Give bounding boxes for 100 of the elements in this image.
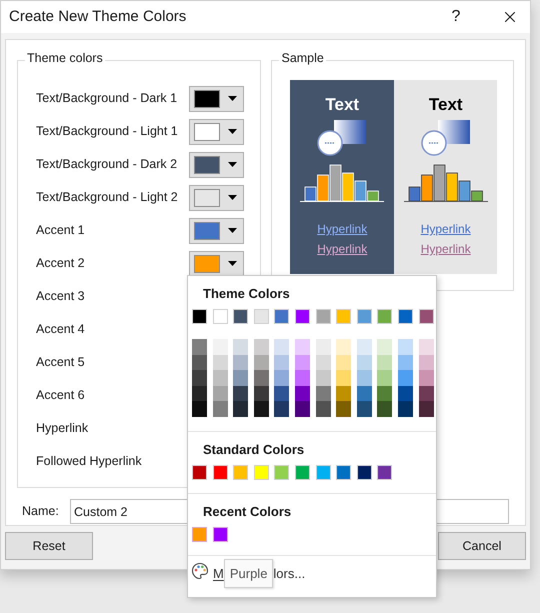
color-swatch[interactable] bbox=[192, 401, 207, 417]
color-picker-button[interactable] bbox=[189, 250, 244, 276]
color-swatch[interactable] bbox=[192, 309, 207, 324]
color-swatch[interactable] bbox=[398, 309, 413, 324]
palette-icon bbox=[191, 562, 209, 580]
color-swatch[interactable] bbox=[336, 354, 352, 370]
color-swatch[interactable] bbox=[212, 401, 228, 417]
color-swatch[interactable] bbox=[418, 370, 434, 386]
color-swatch[interactable] bbox=[233, 309, 248, 324]
color-swatch[interactable] bbox=[377, 309, 392, 324]
color-swatch[interactable] bbox=[316, 386, 331, 402]
color-swatch[interactable] bbox=[336, 309, 352, 324]
color-swatch[interactable] bbox=[418, 354, 434, 370]
color-swatch[interactable] bbox=[336, 386, 352, 402]
color-swatch[interactable] bbox=[316, 309, 331, 324]
color-swatch[interactable] bbox=[418, 309, 434, 324]
color-swatch[interactable] bbox=[233, 386, 248, 402]
color-swatch[interactable] bbox=[356, 464, 372, 480]
color-swatch[interactable] bbox=[212, 464, 228, 480]
color-swatch[interactable] bbox=[254, 354, 269, 370]
color-swatch[interactable] bbox=[192, 339, 207, 355]
color-swatch[interactable] bbox=[316, 464, 331, 480]
color-swatch[interactable] bbox=[336, 464, 352, 480]
color-swatch[interactable] bbox=[233, 401, 248, 417]
dialog-button[interactable]: Cancel bbox=[438, 532, 526, 560]
color-swatch[interactable] bbox=[418, 386, 434, 402]
color-swatch[interactable] bbox=[274, 354, 290, 370]
color-swatch[interactable] bbox=[212, 526, 228, 542]
color-swatch[interactable] bbox=[398, 339, 413, 355]
color-swatch[interactable] bbox=[233, 464, 248, 480]
color-swatch[interactable] bbox=[398, 386, 413, 402]
color-swatch[interactable] bbox=[316, 354, 331, 370]
color-picker-button[interactable] bbox=[189, 152, 244, 178]
color-swatch[interactable] bbox=[294, 386, 310, 402]
color-swatch[interactable] bbox=[336, 401, 352, 417]
more-colors-text[interactable]: M bbox=[213, 562, 224, 584]
hyperlink-sample: Hyperlink bbox=[420, 221, 471, 238]
window-title: Create New Theme Colors bbox=[9, 6, 188, 27]
color-swatch[interactable] bbox=[356, 370, 372, 386]
color-swatch[interactable] bbox=[418, 401, 434, 417]
color-swatch[interactable] bbox=[274, 370, 290, 386]
color-swatch[interactable] bbox=[233, 339, 248, 355]
color-swatch[interactable] bbox=[356, 309, 372, 324]
color-swatch[interactable] bbox=[254, 370, 269, 386]
color-swatch[interactable] bbox=[356, 386, 372, 402]
color-swatch[interactable] bbox=[254, 386, 269, 402]
color-swatch[interactable] bbox=[192, 370, 207, 386]
color-picker-button[interactable] bbox=[189, 118, 244, 144]
help-button[interactable]: ? bbox=[436, 2, 476, 32]
color-swatch[interactable] bbox=[377, 401, 392, 417]
color-swatch[interactable] bbox=[192, 464, 207, 480]
color-label: Accent 6 bbox=[36, 387, 86, 404]
sample-heading: Text bbox=[428, 96, 463, 113]
color-swatch[interactable] bbox=[254, 464, 269, 480]
color-swatch[interactable] bbox=[336, 339, 352, 355]
color-swatch[interactable] bbox=[274, 386, 290, 402]
color-swatch[interactable] bbox=[212, 354, 228, 370]
color-swatch[interactable] bbox=[254, 339, 269, 355]
color-swatch[interactable] bbox=[356, 354, 372, 370]
color-swatch[interactable] bbox=[294, 401, 310, 417]
color-swatch[interactable] bbox=[233, 370, 248, 386]
color-swatch[interactable] bbox=[212, 370, 228, 386]
color-swatch[interactable] bbox=[274, 309, 290, 324]
color-swatch[interactable] bbox=[377, 339, 392, 355]
color-swatch[interactable] bbox=[212, 386, 228, 402]
color-swatch[interactable] bbox=[377, 354, 392, 370]
color-swatch[interactable] bbox=[356, 339, 372, 355]
color-picker-button[interactable] bbox=[189, 184, 244, 210]
color-swatch[interactable] bbox=[192, 354, 207, 370]
color-swatch[interactable] bbox=[377, 386, 392, 402]
color-swatch[interactable] bbox=[212, 339, 228, 355]
color-swatch[interactable] bbox=[316, 370, 331, 386]
color-swatch[interactable] bbox=[418, 339, 434, 355]
color-swatch[interactable] bbox=[294, 464, 310, 480]
color-swatch[interactable] bbox=[294, 309, 310, 324]
color-swatch[interactable] bbox=[398, 354, 413, 370]
color-swatch[interactable] bbox=[254, 401, 269, 417]
color-swatch[interactable] bbox=[398, 401, 413, 417]
color-swatch[interactable] bbox=[294, 354, 310, 370]
color-swatch[interactable] bbox=[316, 339, 331, 355]
color-swatch[interactable] bbox=[254, 309, 269, 324]
color-picker-button[interactable] bbox=[189, 86, 244, 112]
color-swatch[interactable] bbox=[336, 370, 352, 386]
color-swatch[interactable] bbox=[377, 464, 392, 480]
color-swatch[interactable] bbox=[274, 464, 290, 480]
color-swatch[interactable] bbox=[398, 370, 413, 386]
color-swatch[interactable] bbox=[212, 309, 228, 324]
more-colors-text[interactable]: lors... bbox=[273, 562, 306, 584]
color-swatch[interactable] bbox=[192, 526, 207, 542]
color-swatch[interactable] bbox=[294, 370, 310, 386]
dialog-button[interactable]: Reset bbox=[5, 532, 93, 560]
color-swatch[interactable] bbox=[233, 354, 248, 370]
color-swatch[interactable] bbox=[294, 339, 310, 355]
color-swatch[interactable] bbox=[274, 339, 290, 355]
color-swatch[interactable] bbox=[356, 401, 372, 417]
color-picker-button[interactable] bbox=[189, 218, 244, 244]
color-swatch[interactable] bbox=[274, 401, 290, 417]
color-swatch[interactable] bbox=[192, 386, 207, 402]
color-swatch[interactable] bbox=[316, 401, 331, 417]
color-swatch[interactable] bbox=[377, 370, 392, 386]
